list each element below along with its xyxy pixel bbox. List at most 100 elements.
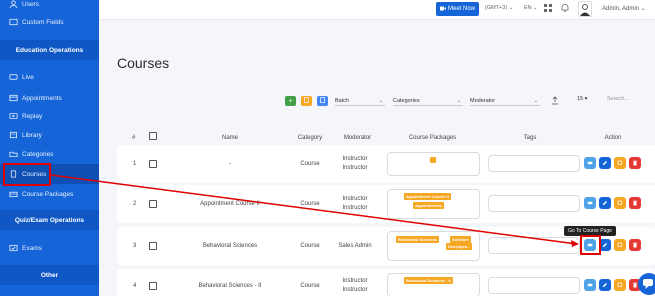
header-category[interactable]: Category bbox=[290, 135, 330, 141]
chevron-down-icon: ⌄ bbox=[533, 97, 538, 104]
export-file-button[interactable] bbox=[317, 96, 328, 106]
sidebar: Users Custom Fields Education Operations… bbox=[0, 0, 99, 296]
course-category: Course bbox=[300, 243, 320, 249]
language-selector[interactable]: EN ⌄ bbox=[524, 5, 538, 11]
batch-filter[interactable]: Batch ⌄ bbox=[335, 96, 385, 106]
sidebar-item-course-packages[interactable]: Course Packages bbox=[0, 185, 99, 203]
course-packages-box: Behavioral Sciences Software Developm... bbox=[387, 231, 480, 261]
moderator-line: Instructor bbox=[342, 205, 368, 211]
row-number: 1 bbox=[133, 161, 137, 167]
tags-input[interactable] bbox=[488, 277, 580, 294]
sidebar-item-appointments[interactable]: Appointments bbox=[0, 89, 99, 107]
search-input[interactable]: Search... bbox=[607, 96, 629, 102]
live-icon bbox=[8, 73, 18, 81]
row-checkbox[interactable] bbox=[149, 242, 157, 250]
course-name[interactable]: Appointment Course II bbox=[187, 201, 273, 207]
header-name[interactable]: Name bbox=[210, 135, 250, 141]
moderator-line: Instructor bbox=[342, 287, 368, 293]
chat-icon[interactable] bbox=[638, 273, 655, 295]
custom-fields-icon bbox=[8, 18, 18, 26]
pencil-icon bbox=[603, 201, 607, 205]
copy-icon bbox=[617, 282, 622, 287]
add-button[interactable]: + bbox=[285, 96, 296, 106]
course-name[interactable]: Behavioral Sciences - II bbox=[187, 283, 273, 289]
copy-button[interactable] bbox=[614, 157, 626, 169]
sidebar-item-label: Appointments bbox=[22, 94, 62, 102]
delete-button[interactable] bbox=[629, 239, 641, 251]
moderator-filter-label: Moderator bbox=[470, 97, 496, 104]
sidebar-item-label: Course Packages bbox=[22, 190, 74, 198]
table-row: 1 - Course Instructor Instructor bbox=[117, 145, 655, 183]
course-packages-icon bbox=[8, 190, 18, 198]
sidebar-item-label: Categories bbox=[22, 150, 54, 158]
edit-button[interactable] bbox=[599, 197, 611, 209]
sidebar-item-live[interactable]: Live bbox=[0, 68, 99, 86]
sidebar-item-library[interactable]: Library bbox=[0, 126, 99, 144]
row-checkbox[interactable] bbox=[149, 200, 157, 208]
copy-button[interactable] bbox=[614, 197, 626, 209]
avatar[interactable] bbox=[578, 1, 592, 17]
page-size-select[interactable]: 15 ▾ bbox=[577, 96, 587, 102]
sidebar-item-categories[interactable]: Categories bbox=[0, 145, 99, 163]
upload-icon[interactable] bbox=[551, 96, 559, 105]
copy-button[interactable] bbox=[614, 239, 626, 251]
row-checkbox[interactable] bbox=[149, 282, 157, 290]
video-camera-icon bbox=[439, 6, 446, 13]
import-button[interactable] bbox=[301, 96, 312, 106]
go-to-course-page-button[interactable] bbox=[584, 279, 596, 291]
select-all-checkbox[interactable] bbox=[149, 132, 157, 140]
sidebar-item-exams[interactable]: Exams bbox=[0, 239, 99, 257]
edit-button[interactable] bbox=[599, 279, 611, 291]
row-number: 2 bbox=[133, 201, 137, 207]
tags-input[interactable] bbox=[488, 155, 580, 172]
tags-input[interactable] bbox=[488, 237, 580, 254]
sidebar-item-users[interactable]: Users bbox=[0, 0, 99, 13]
package-tag bbox=[430, 157, 436, 163]
sidebar-item-custom-fields[interactable]: Custom Fields bbox=[0, 13, 99, 31]
appointments-icon bbox=[8, 94, 18, 102]
course-name[interactable]: Behavioral Sciences bbox=[187, 243, 273, 249]
table-row: 4 Behavioral Sciences - II Course Instru… bbox=[117, 269, 655, 296]
course-packages-box: Behavioral Sciences - II bbox=[387, 273, 480, 296]
replay-icon bbox=[8, 112, 18, 120]
package-tag: Behavioral Sciences bbox=[396, 236, 439, 243]
package-tag: Behavioral Sciences - II bbox=[404, 277, 453, 284]
moderator-line: Instructor bbox=[342, 165, 368, 171]
package-tag: Appointments bbox=[413, 202, 444, 209]
go-to-course-page-button[interactable] bbox=[584, 157, 596, 169]
sidebar-item-replay[interactable]: Replay bbox=[0, 107, 99, 125]
meet-now-button[interactable]: Meet Now bbox=[436, 2, 479, 16]
categories-filter[interactable]: Categories ⌄ bbox=[393, 96, 463, 106]
timezone-selector[interactable]: (GMT+3) ⌄ bbox=[485, 5, 513, 11]
row-checkbox[interactable] bbox=[149, 160, 157, 168]
pencil-icon bbox=[603, 161, 607, 165]
header-number: # bbox=[132, 135, 136, 141]
file-icon bbox=[320, 97, 325, 105]
eye-icon bbox=[587, 161, 593, 165]
eye-icon bbox=[587, 201, 593, 205]
go-to-course-page-button[interactable] bbox=[584, 197, 596, 209]
user-menu[interactable]: Admin, Admin ⌄ bbox=[602, 5, 646, 12]
copy-icon bbox=[617, 200, 622, 205]
annotation-highlight-go-to-course bbox=[580, 235, 601, 255]
chevron-down-icon: ⌄ bbox=[456, 97, 461, 104]
moderator-filter[interactable]: Moderator ⌄ bbox=[470, 96, 540, 106]
delete-button[interactable] bbox=[629, 197, 641, 209]
delete-button[interactable] bbox=[629, 157, 641, 169]
course-category: Course bbox=[300, 283, 320, 289]
tags-input[interactable] bbox=[488, 195, 580, 212]
bell-icon[interactable] bbox=[560, 3, 570, 13]
table-row: 2 Appointment Course II Course Instructo… bbox=[117, 185, 655, 223]
course-name[interactable]: - bbox=[210, 161, 250, 167]
header-course-packages[interactable]: Course Packages bbox=[395, 135, 470, 141]
exams-icon bbox=[8, 244, 18, 252]
header-moderator[interactable]: Moderator bbox=[335, 135, 380, 141]
page-title: Courses bbox=[117, 55, 170, 71]
sidebar-item-label: Replay bbox=[22, 112, 43, 120]
import-icon bbox=[304, 97, 309, 105]
sidebar-item-label: Custom Fields bbox=[22, 18, 64, 26]
copy-button[interactable] bbox=[614, 279, 626, 291]
grid-apps-icon[interactable] bbox=[543, 3, 553, 13]
edit-button[interactable] bbox=[599, 157, 611, 169]
categories-icon bbox=[8, 150, 18, 158]
